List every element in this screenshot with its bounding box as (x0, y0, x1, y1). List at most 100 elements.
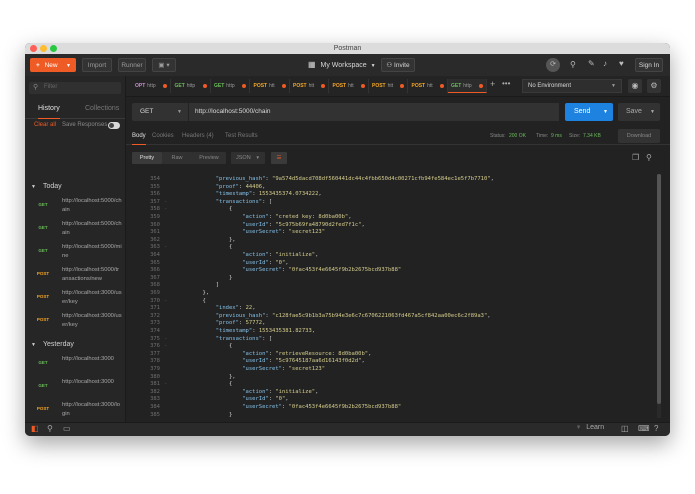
view-preview-button[interactable]: Preview (192, 152, 226, 164)
url-input[interactable]: http://localhost:5000/chain (189, 103, 559, 121)
fold-toggle-icon[interactable] (164, 191, 172, 199)
fold-toggle-icon[interactable] (164, 275, 172, 283)
fold-toggle-icon[interactable] (164, 396, 172, 404)
save-responses-toggle[interactable] (108, 122, 120, 129)
fold-toggle-icon[interactable] (164, 290, 172, 298)
fold-toggle-icon[interactable]: - (164, 298, 172, 306)
gear-icon[interactable]: ⚙ (647, 79, 661, 93)
request-tab[interactable]: POST htt (369, 79, 408, 93)
search-icon[interactable]: ⚲ (47, 424, 53, 433)
two-pane-icon[interactable]: ◫ (621, 424, 629, 433)
clear-all-link[interactable]: Clear all (34, 122, 56, 128)
sidebar-toggle-icon[interactable]: ◧ (31, 424, 39, 433)
response-scrollbar[interactable] (657, 174, 661, 418)
fold-toggle-icon[interactable]: - (164, 381, 172, 389)
history-item[interactable]: GET http://localhost:3000 (25, 375, 125, 399)
send-button[interactable]: Send ▼ (565, 103, 613, 121)
new-button[interactable]: + New ▼ (30, 58, 76, 72)
group-today[interactable]: ▼ Today (25, 180, 125, 194)
history-item[interactable]: POST http://localhost:5000/transactions/n… (25, 263, 125, 287)
new-window-button[interactable]: ▣ ▾ (152, 58, 176, 72)
view-pretty-button[interactable]: Pretty (132, 152, 162, 164)
fold-toggle-icon[interactable] (164, 328, 172, 336)
runner-button[interactable]: Runner (118, 58, 146, 72)
wrap-lines-icon[interactable]: ☰ (271, 152, 287, 164)
fold-toggle-icon[interactable] (164, 184, 172, 192)
fold-toggle-icon[interactable]: - (164, 336, 172, 344)
scrollbar-thumb[interactable] (657, 174, 661, 404)
learn-button[interactable]: ♀ Learn (576, 424, 604, 431)
fold-toggle-icon[interactable] (164, 404, 172, 412)
tab-history[interactable]: History (38, 100, 60, 119)
request-tab[interactable]: POST htt (409, 79, 448, 93)
search-icon[interactable]: ⚲ (646, 153, 652, 162)
format-select[interactable]: JSON ▼ (231, 152, 265, 164)
history-item[interactable]: GET http://localhost:5000/chain (25, 194, 125, 218)
tab-headers[interactable]: Headers (4) (182, 128, 214, 144)
download-button[interactable]: Download (618, 129, 660, 143)
fold-toggle-icon[interactable]: - (164, 206, 172, 214)
fold-toggle-icon[interactable] (164, 374, 172, 382)
fold-toggle-icon[interactable] (164, 260, 172, 268)
filter-input[interactable]: ⚲ Filter (29, 82, 121, 94)
import-button[interactable]: Import (82, 58, 112, 72)
save-button[interactable]: Save ▼ (618, 103, 660, 121)
console-icon[interactable]: ▭ (63, 424, 71, 433)
bell-icon[interactable]: ♪ (603, 59, 607, 68)
method-select[interactable]: GET ▼ (132, 103, 188, 121)
heart-icon[interactable]: ♥ (619, 59, 624, 68)
fold-toggle-icon[interactable] (164, 412, 172, 418)
eye-icon[interactable]: ◉ (628, 79, 642, 93)
tab-collections[interactable]: Collections (85, 100, 119, 118)
request-tab[interactable]: POST htt (290, 79, 329, 93)
fold-toggle-icon[interactable] (164, 305, 172, 313)
more-tabs-button[interactable]: ••• (502, 79, 510, 88)
copy-icon[interactable]: ❐ (632, 153, 639, 162)
settings-icon[interactable]: ✎ (588, 59, 595, 68)
fold-toggle-icon[interactable] (164, 267, 172, 275)
fold-toggle-icon[interactable]: - (164, 244, 172, 252)
fold-toggle-icon[interactable] (164, 229, 172, 237)
request-tab[interactable]: GET http (448, 79, 487, 93)
satellite-icon[interactable]: ⚲ (570, 60, 576, 69)
fold-toggle-icon[interactable] (164, 320, 172, 328)
request-tab[interactable]: POST htt (330, 79, 369, 93)
tab-cookies[interactable]: Cookies (152, 128, 174, 144)
sync-icon[interactable]: ⟳ (546, 58, 560, 72)
fold-toggle-icon[interactable] (164, 237, 172, 245)
sign-in-button[interactable]: Sign In (635, 58, 663, 72)
group-yesterday[interactable]: ▼ Yesterday (25, 338, 125, 352)
fold-toggle-icon[interactable] (164, 351, 172, 359)
tab-body[interactable]: Body (132, 128, 146, 145)
fold-toggle-icon[interactable] (164, 214, 172, 222)
history-item[interactable]: GET http://localhost:5000/chain (25, 217, 125, 241)
invite-button[interactable]: ⚇ Invite (381, 58, 415, 72)
fold-toggle-icon[interactable] (164, 222, 172, 230)
request-tab[interactable]: POST htt (251, 79, 290, 93)
fold-toggle-icon[interactable] (164, 366, 172, 374)
fold-toggle-icon[interactable]: - (164, 199, 172, 207)
environment-select[interactable]: No Environment ▼ (522, 79, 622, 93)
help-icon[interactable]: ? (654, 424, 658, 433)
history-item[interactable]: GET http://localhost:3000 (25, 352, 125, 376)
history-item[interactable]: POST http://localhost:3000/user/key (25, 309, 125, 333)
response-body[interactable]: 354 "previous_hash": "9a574d5dacd708df56… (132, 174, 656, 418)
fold-toggle-icon[interactable] (164, 252, 172, 260)
add-tab-button[interactable]: + (490, 79, 495, 89)
request-tab[interactable]: GET http (211, 79, 250, 93)
keyboard-icon[interactable]: ⌨ (638, 424, 650, 433)
view-raw-button[interactable]: Raw (162, 152, 192, 164)
history-item[interactable]: GET http://localhost:5000/mine (25, 240, 125, 264)
fold-toggle-icon[interactable] (164, 282, 172, 290)
history-item[interactable]: POST http://localhost:3000/user/key (25, 286, 125, 310)
request-tab[interactable]: GET http (172, 79, 211, 93)
fold-toggle-icon[interactable] (164, 313, 172, 321)
history-item[interactable]: POST http://localhost:3000/login (25, 398, 125, 422)
tab-test-results[interactable]: Test Results (225, 128, 258, 144)
fold-toggle-icon[interactable] (164, 176, 172, 184)
request-tab[interactable]: OPT http (132, 79, 171, 93)
fold-toggle-icon[interactable] (164, 389, 172, 397)
fold-toggle-icon[interactable] (164, 358, 172, 366)
fold-toggle-icon[interactable]: - (164, 343, 172, 351)
workspace-switcher[interactable]: ▦ My Workspace ▼ (308, 58, 376, 72)
